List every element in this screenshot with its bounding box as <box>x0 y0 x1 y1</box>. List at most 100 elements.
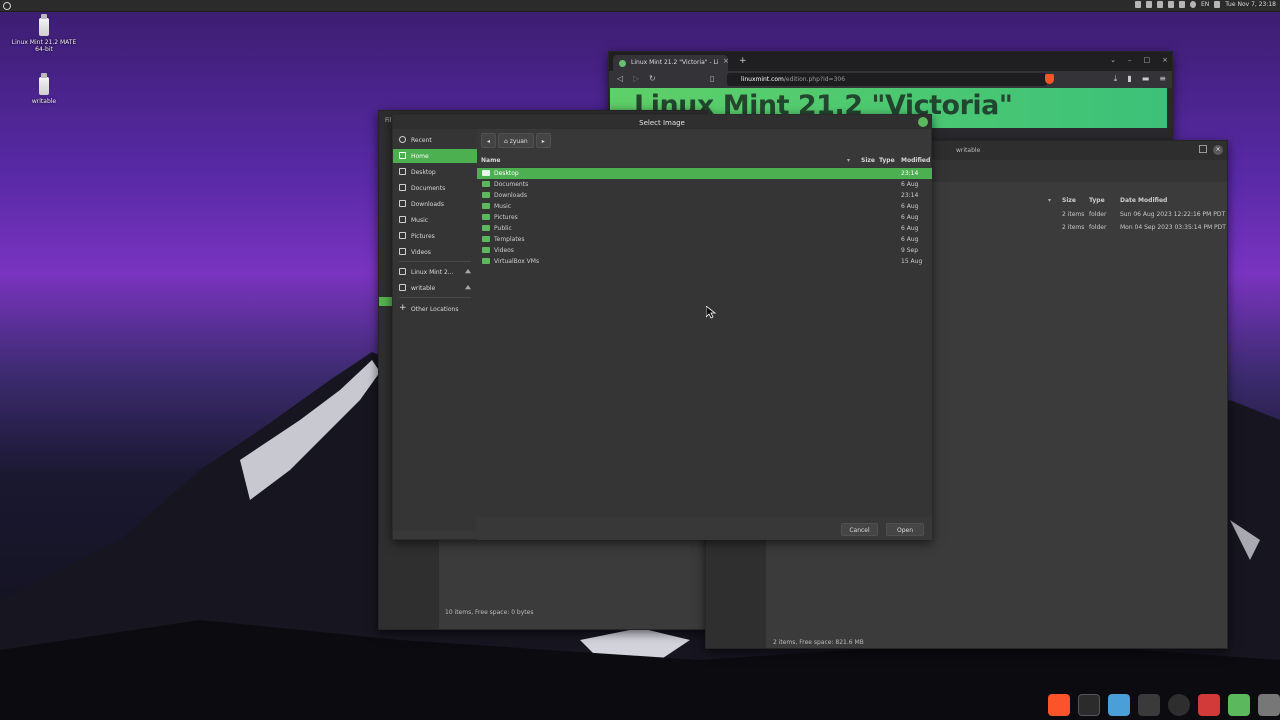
close-tab-icon[interactable]: × <box>723 57 729 65</box>
terminal-icon[interactable] <box>1078 694 1100 716</box>
settings-icon[interactable] <box>1168 694 1190 716</box>
keyboard-layout[interactable]: EN <box>1201 1 1209 8</box>
file-row-documents[interactable]: Documents 6 Aug <box>477 179 932 190</box>
battery-icon[interactable] <box>1214 1 1221 8</box>
folder-icon <box>482 225 490 231</box>
microphone-icon[interactable] <box>1135 1 1142 8</box>
sidebar-separator <box>399 297 471 298</box>
select-image-dialog: Select Image Recent Home Desktop Documen… <box>392 114 932 540</box>
file-name: Templates <box>494 236 525 243</box>
reload-icon[interactable]: ↻ <box>649 74 656 83</box>
place-other-locations[interactable]: + Other Locations <box>393 302 477 316</box>
place-label: Linux Mint 2... <box>411 269 454 276</box>
place-documents[interactable]: Documents <box>393 181 477 195</box>
url-bar[interactable]: linuxmint.com/edition.php?id=306 <box>727 73 1047 86</box>
sort-arrow-icon[interactable]: ▾ <box>1048 197 1051 204</box>
desktop-icon-linux-mint-usb[interactable]: Linux Mint 21.2 MATE 64-bit <box>9 14 79 53</box>
file-row-pictures[interactable]: Pictures 6 Aug <box>477 212 932 223</box>
file-row-public[interactable]: Public 6 Aug <box>477 223 932 234</box>
path-forward-icon[interactable]: ▸ <box>535 133 551 148</box>
status-bar: 2 items, Free space: 821.6 MB <box>773 639 864 646</box>
brave-browser-icon[interactable] <box>1048 694 1070 716</box>
speaker-icon[interactable] <box>1179 1 1186 8</box>
place-label: writable <box>411 285 436 292</box>
close-icon[interactable] <box>918 117 928 127</box>
file-name: Pictures <box>494 214 518 221</box>
path-back-icon[interactable]: ◂ <box>481 133 497 148</box>
place-linux-mint-drive[interactable]: Linux Mint 2... <box>393 265 477 279</box>
brave-shield-icon[interactable] <box>1045 74 1054 84</box>
recycle-icon[interactable] <box>1138 694 1160 716</box>
file-row-virtualbox-vms[interactable]: VirtualBox VMs 15 Aug <box>477 256 932 267</box>
url-host: linuxmint.com <box>741 76 784 83</box>
place-videos[interactable]: Videos <box>393 245 477 259</box>
place-downloads[interactable]: Downloads <box>393 197 477 211</box>
place-label: Videos <box>411 249 431 256</box>
forward-icon[interactable]: ▷ <box>633 74 639 83</box>
minimize-icon[interactable]: – <box>1128 56 1132 64</box>
wallet-icon[interactable]: ▬ <box>1142 74 1150 84</box>
dialog-titlebar: Select Image <box>393 115 931 129</box>
close-icon[interactable]: × <box>1213 145 1223 155</box>
dialog-title: Select Image <box>639 119 685 127</box>
column-size[interactable]: Size <box>861 157 875 164</box>
clipboard-icon[interactable] <box>1146 1 1153 8</box>
column-date-modified[interactable]: Date Modified <box>1120 197 1167 204</box>
path-home-button[interactable]: ⌂ zyuan <box>498 133 534 148</box>
usb-image-writer-icon[interactable] <box>1198 694 1220 716</box>
file-name: Documents <box>494 181 529 188</box>
download-icon[interactable]: ⤓ <box>1114 74 1118 84</box>
eject-icon[interactable] <box>465 269 471 274</box>
cancel-button[interactable]: Cancel <box>841 523 878 536</box>
folder-icon <box>482 170 490 176</box>
file-row-downloads[interactable]: Downloads 23:14 <box>477 190 932 201</box>
column-size[interactable]: Size <box>1062 197 1076 204</box>
volume-icon[interactable] <box>1168 1 1175 8</box>
back-icon[interactable]: ◁ <box>617 74 623 83</box>
column-name[interactable]: Name <box>481 157 500 164</box>
eject-icon[interactable] <box>465 285 471 290</box>
sort-arrow-icon[interactable]: ▾ <box>847 157 850 164</box>
minimize-icon[interactable] <box>1199 145 1207 153</box>
folder-icon <box>482 247 490 253</box>
folder-icon <box>482 203 490 209</box>
close-icon[interactable]: × <box>1162 56 1168 64</box>
url-path: /edition.php?id=306 <box>783 76 846 83</box>
desktop-icon-writable[interactable]: writable <box>9 73 79 105</box>
folder-icon[interactable] <box>1228 694 1250 716</box>
place-home[interactable]: Home <box>393 149 477 163</box>
place-recent[interactable]: Recent <box>393 133 477 147</box>
column-type[interactable]: Type <box>1089 197 1105 204</box>
file-manager-icon[interactable] <box>1108 694 1130 716</box>
open-button[interactable]: Open <box>886 523 924 536</box>
bluetooth-icon[interactable] <box>1190 1 1197 8</box>
place-writable-drive[interactable]: writable <box>393 281 477 295</box>
table-row[interactable]: 2 items folder Mon 04 Sep 2023 03:35:14 … <box>932 222 1228 234</box>
column-type[interactable]: Type <box>879 157 895 164</box>
table-row[interactable]: 2 items folder Sun 06 Aug 2023 12:22:16 … <box>932 209 1228 221</box>
maximize-icon[interactable]: □ <box>1144 56 1151 64</box>
tab-list-icon[interactable]: ⌄ <box>1110 56 1116 64</box>
file-row-videos[interactable]: Videos 9 Sep <box>477 245 932 256</box>
place-desktop[interactable]: Desktop <box>393 165 477 179</box>
place-label: Downloads <box>411 201 444 208</box>
place-pictures[interactable]: Pictures <box>393 229 477 243</box>
hamburger-menu-icon[interactable]: ≡ <box>1159 74 1166 84</box>
row-modified: Mon 04 Sep 2023 03:35:14 PM PDT <box>1120 224 1226 231</box>
browser-tab[interactable]: Linux Mint 21.2 "Victoria" - Li <box>613 55 728 71</box>
file-row-templates[interactable]: Templates 6 Aug <box>477 234 932 245</box>
place-music[interactable]: Music <box>393 213 477 227</box>
usb-icon[interactable] <box>1258 694 1280 716</box>
file-row-desktop[interactable]: Desktop 23:14 <box>477 168 932 179</box>
mouse-cursor-icon <box>706 306 716 319</box>
network-icon[interactable] <box>1157 1 1164 8</box>
clock[interactable]: Tue Nov 7, 23:18 <box>1225 1 1276 8</box>
menu-icon[interactable] <box>3 2 11 10</box>
column-modified[interactable]: Modified <box>901 157 930 164</box>
sidebar-icon[interactable]: ▮ <box>1127 74 1131 84</box>
file-list-header: Name ▾ Size Type Modified <box>479 155 931 167</box>
file-row-music[interactable]: Music 6 Aug <box>477 201 932 212</box>
bookmark-icon[interactable]: ▯ <box>710 74 714 83</box>
new-tab-icon[interactable]: + <box>739 56 747 66</box>
file-modified: 9 Sep <box>901 247 919 254</box>
